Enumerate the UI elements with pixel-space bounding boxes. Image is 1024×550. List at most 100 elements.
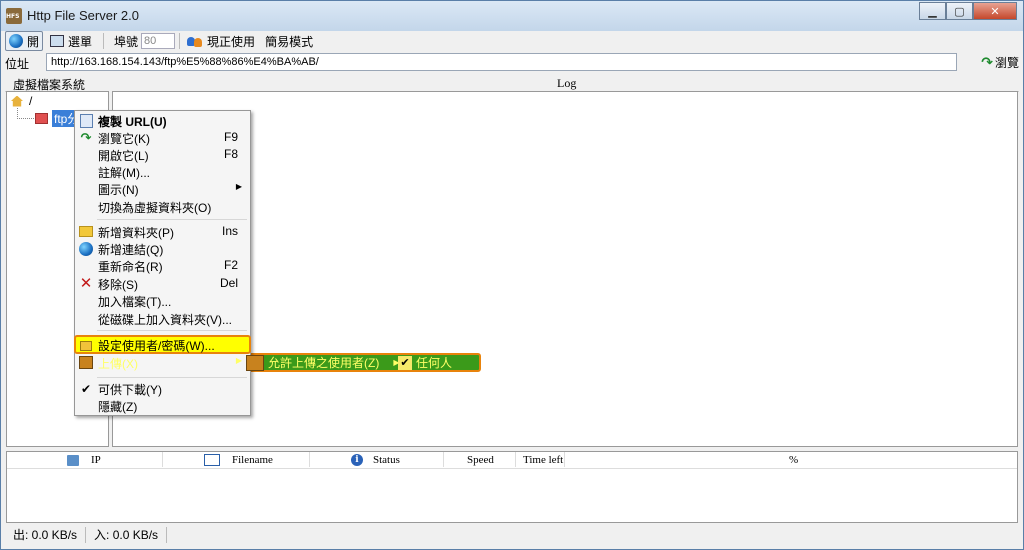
col-divider[interactable]: [309, 452, 310, 467]
menu-item-label: 移除(S): [98, 278, 138, 292]
log-header: Log: [557, 76, 577, 90]
check-icon: ✔: [398, 355, 412, 370]
open-button[interactable]: 開: [5, 31, 44, 51]
menu-item-remove[interactable]: ✕ 移除(S) Del: [75, 275, 250, 292]
col-speed[interactable]: Speed: [467, 454, 494, 466]
port-input[interactable]: 80: [141, 33, 176, 49]
home-icon: [11, 95, 23, 107]
submenu-arrow-icon: ▶: [235, 182, 242, 191]
col-time-left-label: Time left: [523, 454, 564, 466]
hfs-logo-icon: [6, 8, 22, 24]
browse-arrow-icon: ↷: [981, 53, 993, 70]
menu-item-add-folder-from-disk[interactable]: 從磁碟上加入資料夾(V)...: [75, 310, 250, 327]
toolbar-separator: [103, 33, 105, 49]
window-controls: ▁ ▢ ✕: [919, 2, 1017, 20]
maximize-button[interactable]: ▢: [946, 2, 973, 20]
users-icon: [246, 354, 264, 371]
menu-item-downloadable[interactable]: ✔ 可供下載(Y): [75, 380, 250, 398]
connections-list[interactable]: IP Filename i Status Speed Time left %: [6, 451, 1018, 523]
menu-item-hide[interactable]: 隱藏(Z): [75, 397, 250, 414]
menu-item-copy-url[interactable]: 複製 URL(U): [75, 112, 250, 129]
col-status-label: Status: [373, 454, 400, 466]
menu-item-open[interactable]: 開啟它(L) F8: [75, 146, 250, 163]
submenu-anyone[interactable]: ✔ 任何人: [398, 354, 452, 371]
col-filename-label: Filename: [232, 454, 273, 466]
minimize-button[interactable]: ▁: [919, 2, 946, 20]
col-divider[interactable]: [443, 452, 444, 467]
submenu-upload-users-label: 允許上傳之使用者(Z): [268, 356, 380, 370]
menu-item-label: 新增連結(Q): [98, 243, 164, 257]
menu-item-comment[interactable]: 註解(M)...: [75, 163, 250, 180]
menu-item-label: 加入檔案(T)...: [98, 295, 172, 309]
menu-item-new-folder[interactable]: 新增資料夾(P) Ins: [75, 223, 250, 240]
col-percent-label: %: [789, 454, 799, 466]
col-filename[interactable]: Filename: [204, 454, 273, 466]
menu-item-label: 設定使用者/密碼(W)...: [98, 339, 215, 353]
tree-connector: [17, 108, 36, 119]
submenu-upload-users[interactable]: 允許上傳之使用者(Z) ▶: [246, 354, 399, 371]
menu-item-label: 瀏覽它(K): [98, 132, 150, 146]
menu-item-label: 隱藏(Z): [98, 400, 138, 414]
col-speed-label: Speed: [467, 454, 494, 466]
menu-icon: [50, 35, 65, 47]
window-title: Http File Server 2.0: [27, 8, 139, 23]
menu-item-shortcut: F8: [223, 147, 238, 161]
menu-item-label: 圖示(N): [98, 183, 139, 197]
copy-icon: [79, 113, 93, 128]
menu-item-label: 註解(M)...: [98, 166, 150, 180]
menu-item-new-link[interactable]: 新增連結(Q): [75, 240, 250, 257]
network-icon: [67, 454, 79, 466]
toolbar-separator: [179, 33, 181, 49]
menu-item-browse[interactable]: ↷ 瀏覽它(K) F9: [75, 129, 250, 147]
address-label: 位址: [5, 56, 30, 71]
users-icon: [187, 35, 203, 47]
col-time-left[interactable]: Time left: [523, 454, 563, 466]
col-status[interactable]: i Status: [351, 454, 400, 466]
col-divider[interactable]: [515, 452, 516, 467]
menu-item-virtual-folder[interactable]: 切換為虛擬資料夾(O): [75, 198, 250, 215]
globe-icon: [79, 241, 93, 256]
folder-icon: [79, 225, 93, 238]
menu-item-shortcut: F9: [223, 130, 238, 144]
globe-icon: [9, 34, 23, 48]
submenu-anyone-label: 任何人: [416, 356, 453, 370]
col-ip[interactable]: IP: [67, 454, 101, 466]
lock-icon: [79, 337, 93, 351]
menu-item-label: 重新命名(R): [98, 260, 163, 274]
tree-root-label: /: [29, 94, 33, 108]
toolbar: 開 選單 埠號 80 現正使用 簡易模式: [5, 31, 1019, 51]
easy-mode-button[interactable]: 簡易模式: [262, 32, 316, 50]
delete-x-icon: ✕: [79, 275, 93, 292]
in-speed: 入: 0.0 KB/s: [86, 527, 168, 543]
port-label: 埠號: [114, 34, 139, 49]
out-speed: 出: 0.0 KB/s: [5, 527, 87, 543]
menu-item-icon[interactable]: 圖示(N) ▶: [75, 180, 250, 197]
menu-item-label: 可供下載(Y): [98, 383, 162, 397]
status-bar: 出: 0.0 KB/s 入: 0.0 KB/s: [5, 525, 1019, 545]
col-ip-label: IP: [91, 454, 101, 466]
col-divider[interactable]: [162, 452, 163, 467]
browse-button[interactable]: ↷ 瀏覽: [981, 53, 1019, 71]
active-users-label: 現正使用: [207, 34, 256, 49]
address-bar: 位址 http://163.168.154.143/ftp%E5%88%86%E…: [5, 53, 1019, 73]
close-button[interactable]: ✕: [973, 2, 1017, 20]
menu-item-label: 新增資料夾(P): [98, 226, 174, 240]
menu-item-set-user-password[interactable]: 設定使用者/密碼(W)...: [74, 335, 251, 354]
upload-submenus: 允許上傳之使用者(Z) ▶ ✔ 任何人: [74, 353, 481, 372]
info-icon: i: [351, 454, 363, 466]
tree-root[interactable]: /: [11, 94, 32, 108]
menu-item-add-files[interactable]: 加入檔案(T)...: [75, 292, 250, 309]
address-input[interactable]: http://163.168.154.143/ftp%E5%88%86%E4%B…: [46, 53, 957, 71]
menu-button[interactable]: 選單: [47, 32, 95, 50]
menu-item-label: 複製 URL(U): [98, 115, 167, 129]
col-percent[interactable]: %: [789, 454, 798, 466]
active-users-button[interactable]: 現正使用: [184, 32, 258, 50]
menu-item-label: 從磁碟上加入資料夾(V)...: [98, 313, 232, 327]
easy-mode-label: 簡易模式: [265, 34, 314, 49]
col-divider[interactable]: [564, 452, 565, 467]
menu-separator: [97, 377, 247, 378]
menu-item-rename[interactable]: 重新命名(R) F2: [75, 257, 250, 274]
open-label: 開: [27, 34, 40, 49]
menu-separator: [97, 219, 247, 220]
title-bar: Http File Server 2.0 ▁ ▢ ✕: [1, 1, 1023, 31]
